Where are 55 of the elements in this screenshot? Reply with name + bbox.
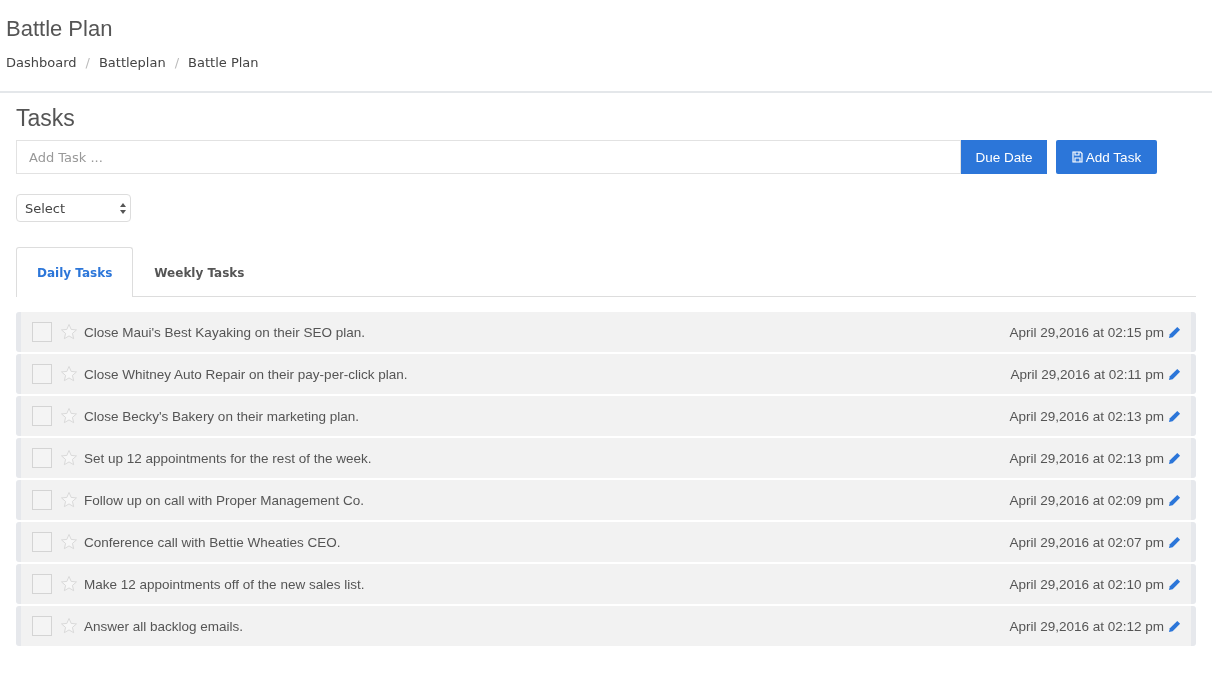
- breadcrumb-link[interactable]: Dashboard: [6, 55, 77, 70]
- due-date-button[interactable]: Due Date: [961, 140, 1047, 174]
- task-text: Close Maui's Best Kayaking on their SEO plan.: [84, 324, 366, 340]
- tab[interactable]: Weekly Tasks: [133, 247, 266, 297]
- checkbox[interactable]: [32, 406, 52, 426]
- task-text: Make 12 appointments off of the new sales list.: [84, 576, 366, 592]
- add-task-button[interactable]: Add Task: [1056, 140, 1157, 174]
- breadcrumb-separator: /: [85, 55, 90, 70]
- task-text: Close Becky's Bakery on their marketing plan.: [84, 408, 360, 424]
- task-text: Follow up on call with Proper Management Co.: [84, 492, 365, 508]
- checkbox[interactable]: [32, 448, 52, 468]
- star-icon[interactable]: [60, 323, 78, 341]
- task-text: Conference call with Bettie Wheaties CEO.: [84, 534, 342, 550]
- add-task-field[interactable]: Add Task ...: [16, 140, 961, 174]
- task-date: April 29,2016 at 02:15 pm: [1009, 324, 1164, 340]
- save-icon: [1071, 151, 1083, 163]
- checkbox[interactable]: [32, 574, 52, 594]
- page-title: Battle Plan: [6, 16, 114, 42]
- task-date: April 29,2016 at 02:13 pm: [1009, 408, 1164, 424]
- pencil-icon[interactable]: [1168, 451, 1181, 465]
- pencil-icon[interactable]: [1168, 493, 1181, 507]
- task-date: April 29,2016 at 02:11 pm: [1010, 366, 1164, 382]
- star-icon[interactable]: [60, 533, 78, 551]
- task-date: April 29,2016 at 02:07 pm: [1009, 534, 1164, 550]
- sort-arrows-icon: [120, 202, 126, 214]
- task-text: Close Whitney Auto Repair on their pay-per-click plan.: [84, 366, 409, 382]
- task-date: April 29,2016 at 02:12 pm: [1009, 618, 1164, 634]
- breadcrumb-link[interactable]: Battleplan: [98, 55, 166, 70]
- breadcrumb-separator: /: [174, 55, 180, 70]
- task-text: Answer all backlog emails.: [84, 618, 245, 634]
- task-date: April 29,2016 at 02:13 pm: [1009, 450, 1164, 466]
- pencil-icon[interactable]: [1168, 325, 1181, 339]
- checkbox[interactable]: [32, 532, 52, 552]
- star-icon[interactable]: [60, 575, 78, 593]
- checkbox[interactable]: [32, 616, 52, 636]
- task-text: Set up 12 appointments for the rest of the week.: [84, 450, 373, 466]
- section-title: Tasks: [16, 105, 76, 132]
- tab[interactable]: Daily Tasks: [16, 247, 134, 297]
- checkbox[interactable]: [32, 490, 52, 510]
- task-date: April 29,2016 at 02:09 pm: [1009, 492, 1164, 508]
- breadcrumb-link[interactable]: Battle Plan: [188, 55, 259, 70]
- star-icon[interactable]: [60, 491, 78, 509]
- pencil-icon[interactable]: [1168, 367, 1181, 381]
- checkbox[interactable]: [32, 322, 52, 342]
- select-dropdown[interactable]: Select: [16, 194, 131, 222]
- star-icon[interactable]: [60, 365, 78, 383]
- task-date: April 29,2016 at 02:10 pm: [1009, 576, 1164, 592]
- pencil-icon[interactable]: [1168, 619, 1181, 633]
- pencil-icon[interactable]: [1168, 409, 1181, 423]
- star-icon[interactable]: [60, 617, 78, 635]
- checkbox[interactable]: [32, 364, 52, 384]
- pencil-icon[interactable]: [1168, 577, 1181, 591]
- star-icon[interactable]: [60, 407, 78, 425]
- pencil-icon[interactable]: [1168, 535, 1181, 549]
- star-icon[interactable]: [60, 449, 78, 467]
